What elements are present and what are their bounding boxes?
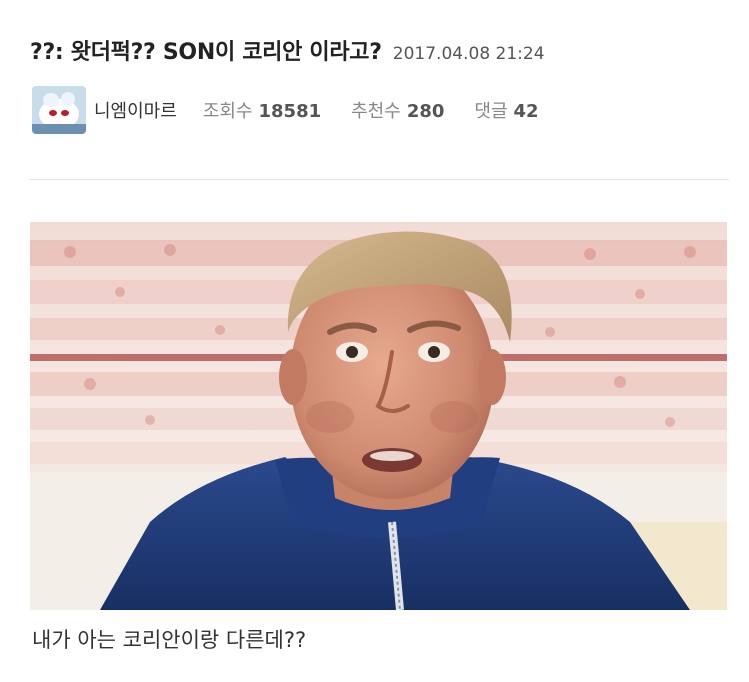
comment-count-value: 42: [513, 101, 539, 122]
header-divider: [30, 179, 729, 180]
like-count-label: 추천수: [351, 101, 401, 122]
post-header: ??: 왓더퍽?? SON이 코리안 이라고? 2017.04.08 21:24: [30, 34, 729, 66]
author-name[interactable]: 니엠이마르: [94, 97, 177, 123]
author-avatar[interactable]: [32, 86, 86, 134]
post-caption: 내가 아는 코리안이랑 다른데??: [32, 628, 307, 652]
post-photo: [30, 222, 727, 610]
post-image[interactable]: [30, 222, 727, 610]
like-count-value: 280: [406, 101, 445, 122]
post-title: ??: 왓더퍽?? SON이 코리안 이라고?: [30, 40, 382, 65]
comment-count-label: 댓글: [474, 101, 508, 122]
comment-count[interactable]: 댓글 42: [474, 97, 538, 123]
post-date: 2017.04.08 21:24: [392, 44, 545, 64]
post-meta: 니엠이마르 조회수 18581 추천수 280 댓글 42: [32, 86, 569, 134]
view-count-label: 조회수: [202, 101, 253, 122]
view-count-value: 18581: [258, 101, 322, 122]
avatar-image: [32, 86, 86, 134]
view-count: 조회수 18581: [203, 97, 321, 123]
like-count: 추천수 280: [351, 97, 444, 123]
